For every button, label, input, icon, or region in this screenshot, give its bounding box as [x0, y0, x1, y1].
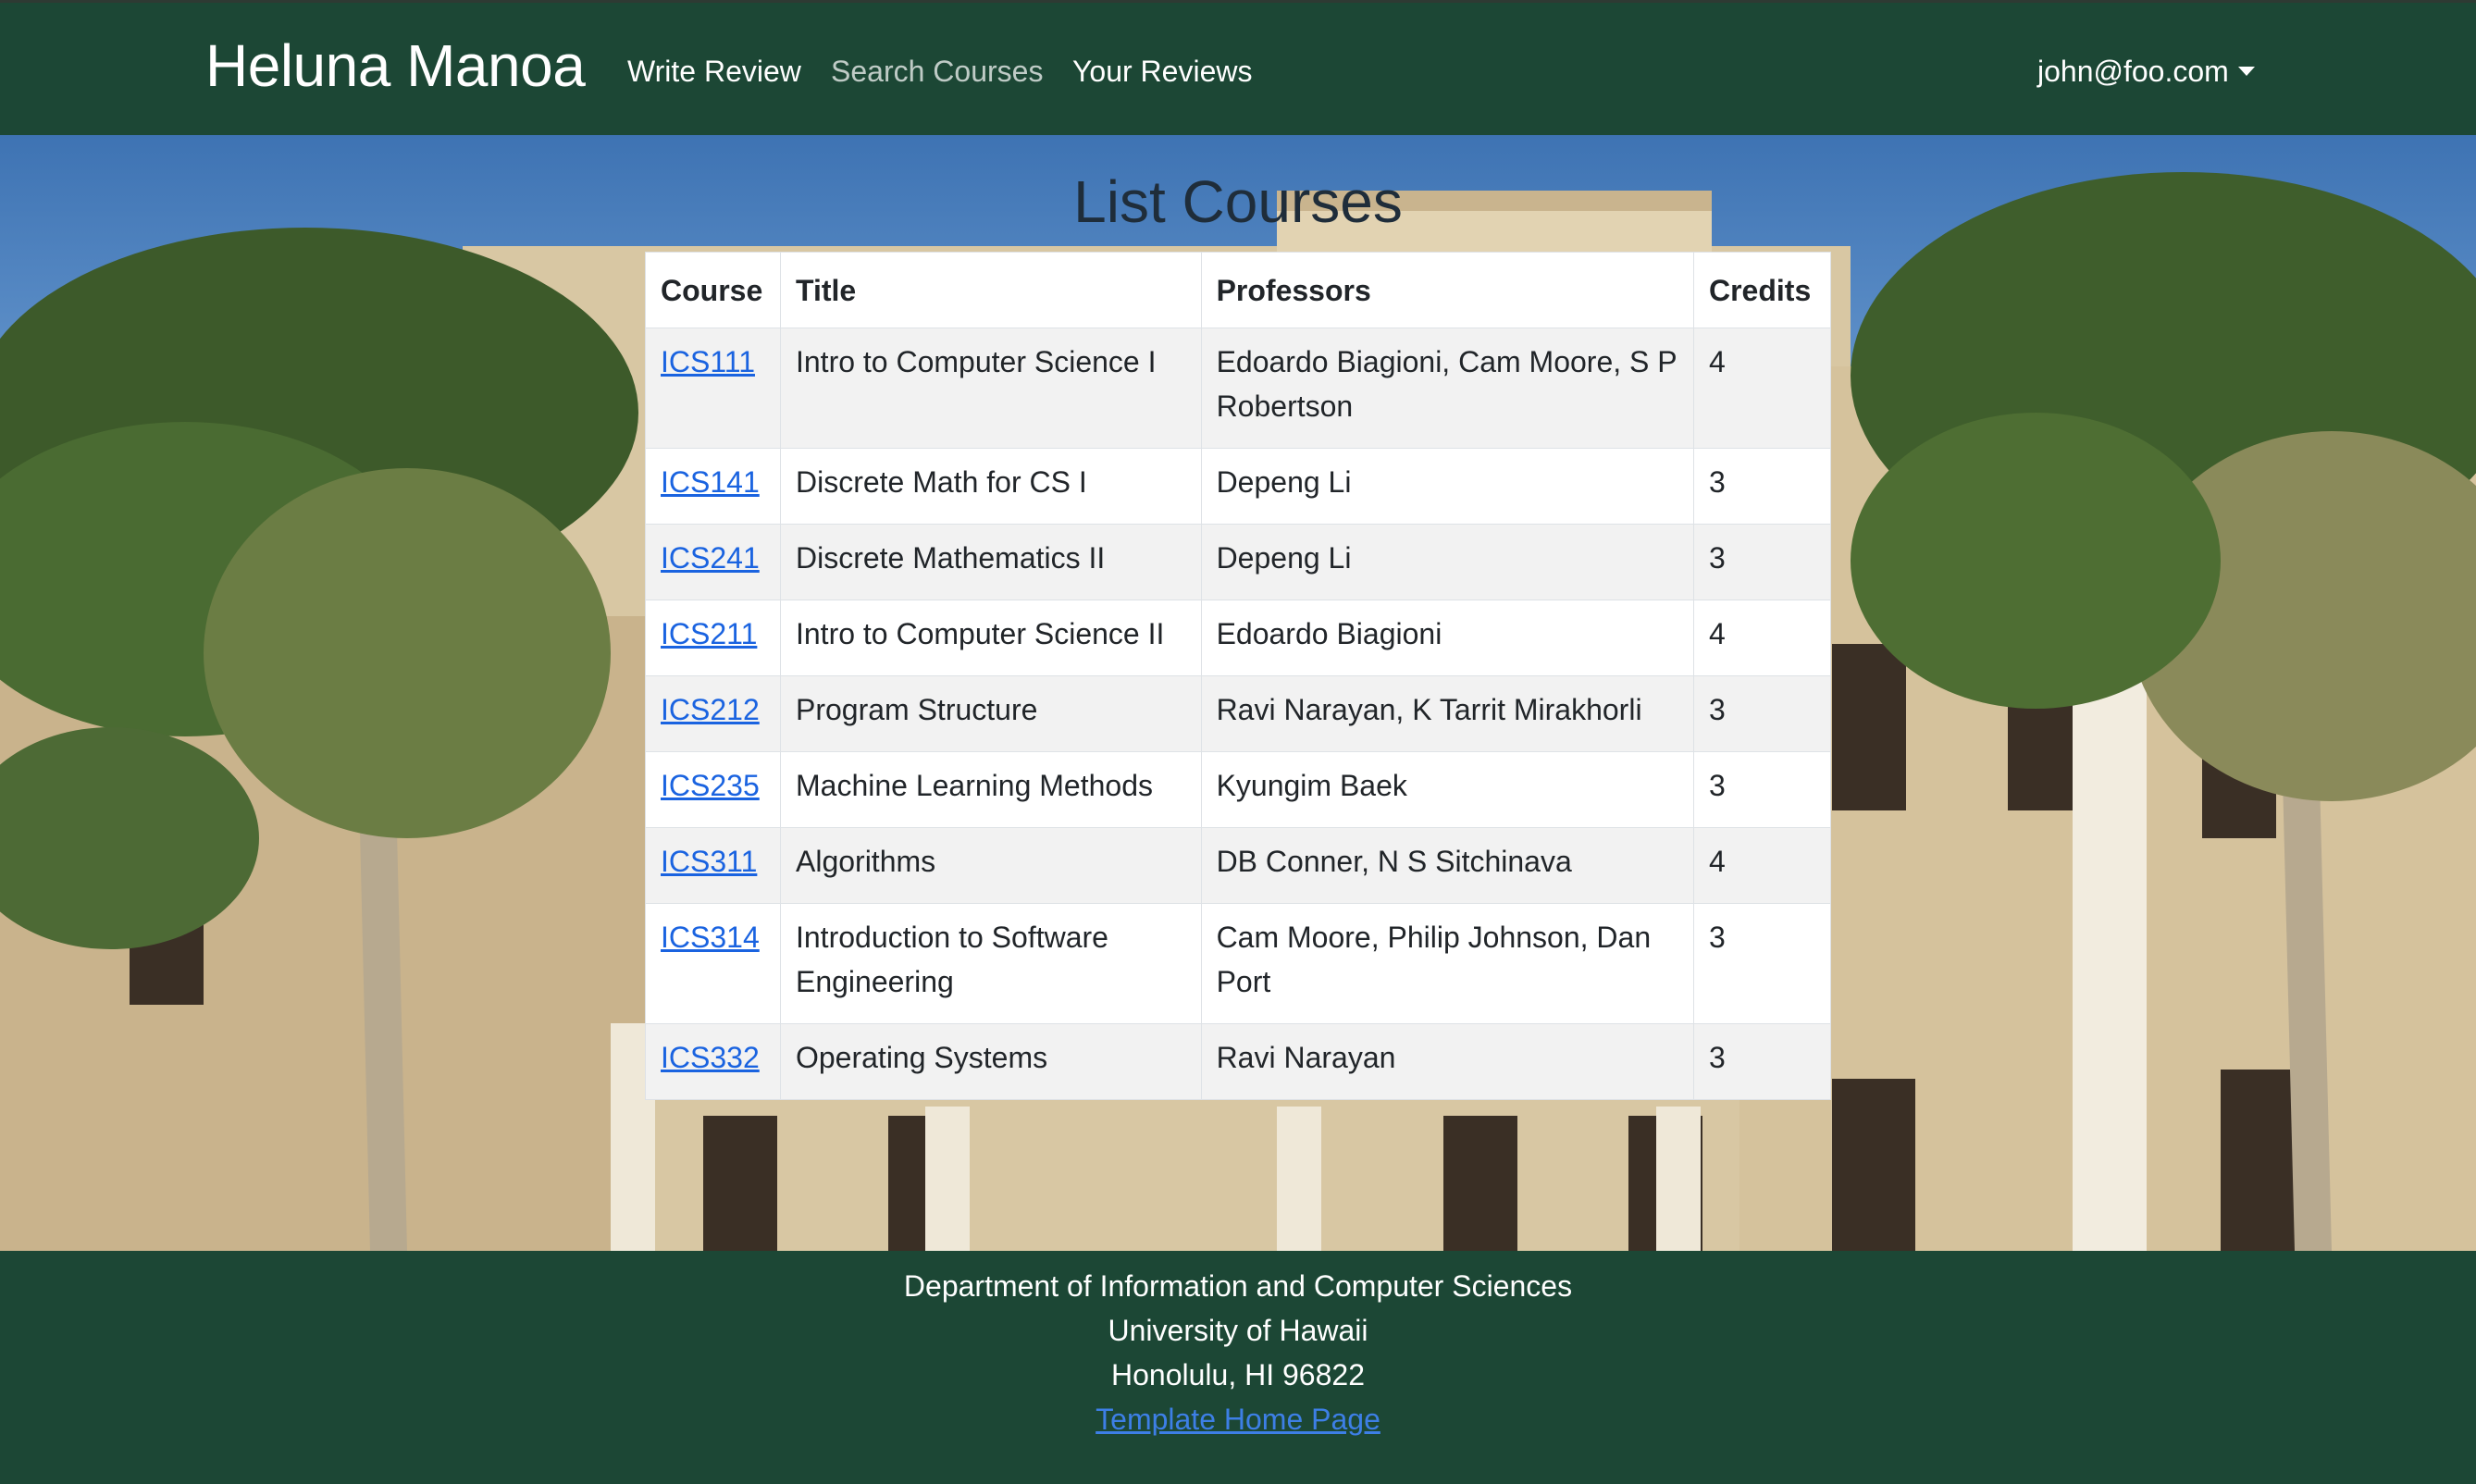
header-title: Title: [779, 252, 1202, 328]
course-title: Operating Systems: [779, 1023, 1202, 1100]
table-row: ICS311 Algorithms DB Conner, N S Sitchin…: [645, 827, 1832, 904]
course-title: Discrete Mathematics II: [779, 524, 1202, 600]
course-professors: Depeng Li: [1200, 448, 1694, 525]
courses-table: Course Title Professors Credits ICS111 I…: [645, 252, 1832, 1100]
nav-write-review[interactable]: Write Review: [627, 49, 801, 93]
course-link[interactable]: ICS141: [661, 465, 760, 499]
footer-department: Department of Information and Computer S…: [903, 1269, 1573, 1303]
course-link[interactable]: ICS211: [661, 617, 757, 650]
course-credits: 3: [1692, 903, 1832, 1024]
course-title: Machine Learning Methods: [779, 751, 1202, 828]
course-professors: Kyungim Baek: [1200, 751, 1694, 828]
footer: Department of Information and Computer S…: [0, 1251, 2476, 1484]
page-title: List Courses: [1073, 168, 1403, 235]
course-credits: 3: [1692, 1023, 1832, 1100]
navbar: Heluna Manoa Write Review Search Courses…: [0, 0, 2476, 135]
course-title: Introduction to Software Engineering: [779, 903, 1202, 1024]
table-row: ICS332 Operating Systems Ravi Narayan 3: [645, 1023, 1832, 1100]
course-credits: 3: [1692, 448, 1832, 525]
user-email: john@foo.com: [2037, 55, 2229, 88]
course-credits: 4: [1692, 827, 1832, 904]
nav-your-reviews[interactable]: Your Reviews: [1072, 49, 1252, 93]
course-title: Algorithms: [779, 827, 1202, 904]
course-title: Intro to Computer Science II: [779, 600, 1202, 676]
header-course: Course: [645, 252, 781, 328]
footer-address: Honolulu, HI 96822: [1111, 1358, 1365, 1391]
course-professors: Ravi Narayan, K Tarrit Mirakhorli: [1200, 675, 1694, 752]
course-credits: 4: [1692, 600, 1832, 676]
header-professors: Professors: [1200, 252, 1694, 328]
course-professors: Edoardo Biagioni: [1200, 600, 1694, 676]
course-link[interactable]: ICS311: [661, 845, 757, 878]
course-professors: Ravi Narayan: [1200, 1023, 1694, 1100]
course-professors: Depeng Li: [1200, 524, 1694, 600]
course-title: Discrete Math for CS I: [779, 448, 1202, 525]
course-link[interactable]: ICS235: [661, 769, 760, 802]
course-link[interactable]: ICS241: [661, 541, 760, 575]
table-header-row: Course Title Professors Credits: [645, 252, 1832, 328]
course-link[interactable]: ICS111: [661, 345, 755, 378]
course-professors: Cam Moore, Philip Johnson, Dan Port: [1200, 903, 1694, 1024]
course-credits: 4: [1692, 328, 1832, 449]
table-row: ICS314 Introduction to Software Engineer…: [645, 903, 1832, 1024]
header-credits: Credits: [1692, 252, 1832, 328]
table-row: ICS235 Machine Learning Methods Kyungim …: [645, 751, 1832, 828]
table-row: ICS111 Intro to Computer Science I Edoar…: [645, 328, 1832, 449]
course-professors: Edoardo Biagioni, Cam Moore, S P Roberts…: [1200, 328, 1694, 449]
course-link[interactable]: ICS212: [661, 693, 760, 726]
table-row: ICS141 Discrete Math for CS I Depeng Li …: [645, 448, 1832, 525]
nav-search-courses[interactable]: Search Courses: [831, 49, 1043, 93]
course-title: Intro to Computer Science I: [779, 328, 1202, 449]
template-home-link[interactable]: Template Home Page: [1096, 1403, 1380, 1436]
course-credits: 3: [1692, 751, 1832, 828]
course-credits: 3: [1692, 524, 1832, 600]
table-row: ICS241 Discrete Mathematics II Depeng Li…: [645, 524, 1832, 600]
user-menu-dropdown[interactable]: john@foo.com: [2037, 49, 2255, 93]
brand-logo[interactable]: Heluna Manoa: [205, 29, 586, 103]
course-credits: 3: [1692, 675, 1832, 752]
course-professors: DB Conner, N S Sitchinava: [1200, 827, 1694, 904]
footer-university: University of Hawaii: [1108, 1314, 1368, 1347]
course-title: Program Structure: [779, 675, 1202, 752]
table-row: ICS211 Intro to Computer Science II Edoa…: [645, 600, 1832, 676]
caret-down-icon: [2237, 67, 2255, 76]
course-link[interactable]: ICS314: [661, 921, 760, 954]
table-row: ICS212 Program Structure Ravi Narayan, K…: [645, 675, 1832, 752]
course-link[interactable]: ICS332: [661, 1041, 760, 1074]
